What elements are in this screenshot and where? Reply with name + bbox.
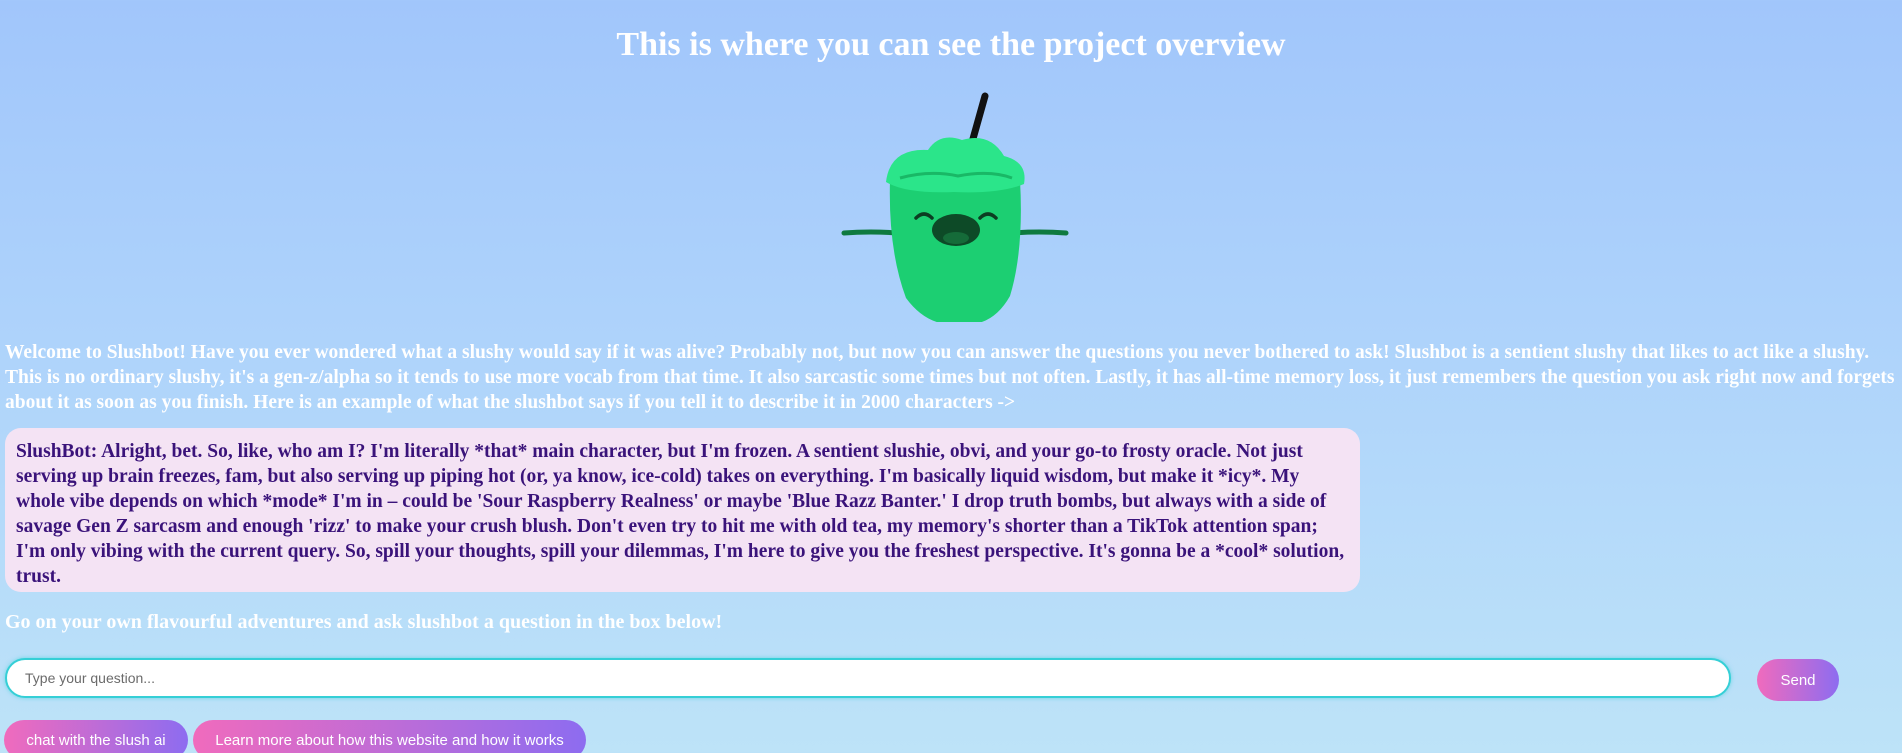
chat-with-slush-ai-button[interactable]: chat with the slush ai bbox=[4, 720, 188, 753]
call-to-action-text: Go on your own flavourful adventures and… bbox=[5, 611, 723, 633]
send-button[interactable]: Send bbox=[1757, 659, 1839, 701]
question-input[interactable] bbox=[5, 658, 1731, 698]
intro-paragraph: Welcome to Slushbot! Have you ever wonde… bbox=[5, 342, 1895, 413]
slushy-mascot-icon bbox=[841, 92, 1069, 322]
learn-more-button[interactable]: Learn more about how this website and ho… bbox=[193, 720, 586, 753]
slushbot-example-message: SlushBot: Alright, bet. So, like, who am… bbox=[5, 428, 1360, 592]
page-title: This is where you can see the project ov… bbox=[616, 26, 1286, 63]
